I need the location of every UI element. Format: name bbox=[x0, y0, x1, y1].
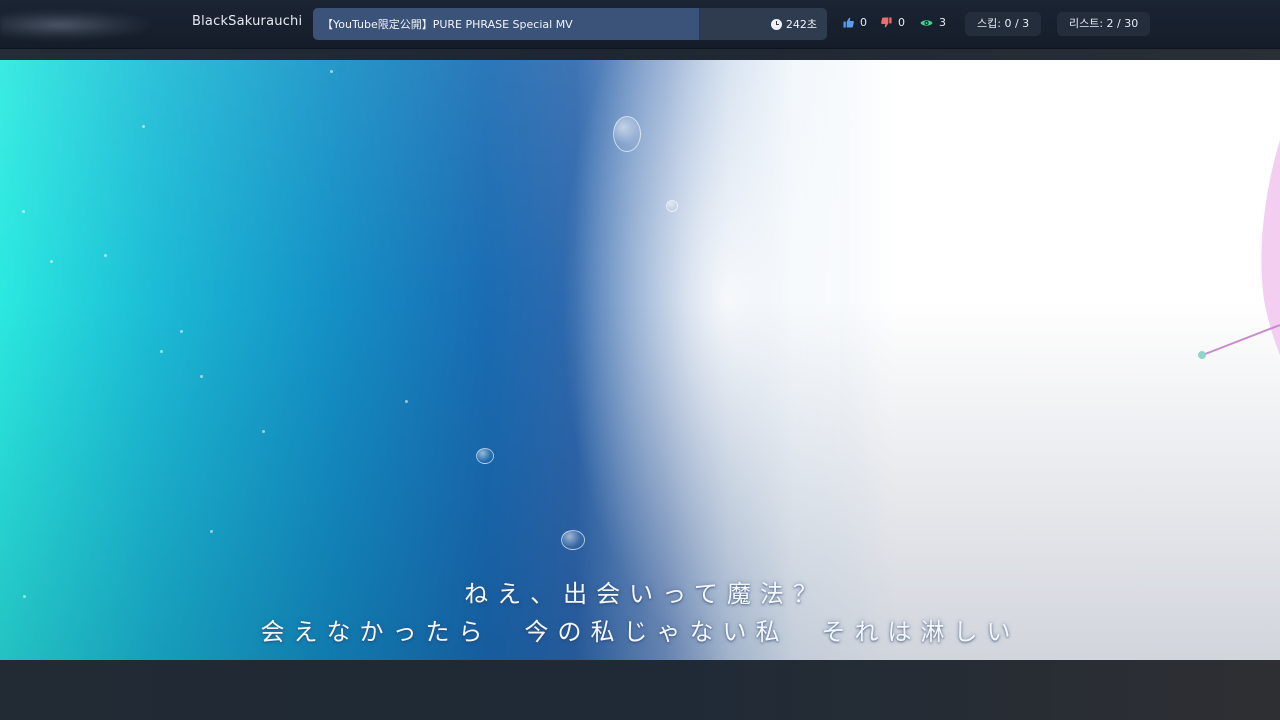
duration-text: 242초 bbox=[785, 18, 817, 31]
particle bbox=[160, 350, 163, 353]
clock-icon bbox=[770, 18, 782, 30]
particle bbox=[22, 210, 25, 213]
particle bbox=[330, 70, 333, 73]
dislike-count: 0 bbox=[898, 16, 905, 29]
eye-icon bbox=[920, 19, 933, 26]
duration: 242초 bbox=[770, 16, 817, 32]
video-title-bar: 【YouTube限定公開】PURE PHRASE Special MV 242초 bbox=[313, 8, 827, 40]
particle bbox=[180, 330, 183, 333]
particle bbox=[210, 530, 213, 533]
top-bar: BlackSakurauchi 【YouTube限定公開】PURE PHRASE… bbox=[0, 0, 1280, 49]
lyric-line-2: 会えなかったら 今の私じゃない私 それは淋しい bbox=[260, 618, 1020, 646]
thumbs-up-icon[interactable] bbox=[843, 17, 854, 28]
playlist-counter[interactable]: 리스트: 2 / 30 bbox=[1057, 12, 1151, 36]
video-player[interactable]: ねえ、出会いって魔法？ 会えなかったら 今の私じゃない私 それは淋しい bbox=[0, 60, 1280, 660]
like-counter[interactable]: 0 bbox=[843, 16, 867, 29]
bubble bbox=[561, 530, 585, 550]
view-counter: 3 bbox=[920, 16, 946, 29]
like-count: 0 bbox=[860, 16, 867, 29]
username[interactable]: BlackSakurauchi bbox=[192, 14, 302, 29]
particle bbox=[200, 375, 203, 378]
logo[interactable] bbox=[0, 10, 150, 40]
bottom-area bbox=[0, 660, 1280, 720]
bubble bbox=[476, 448, 494, 464]
bubble bbox=[613, 116, 641, 152]
view-count: 3 bbox=[939, 16, 946, 29]
particle bbox=[262, 430, 265, 433]
video-title: 【YouTube限定公開】PURE PHRASE Special MV bbox=[322, 18, 573, 31]
umbrella-graphic bbox=[1198, 140, 1280, 359]
particle bbox=[50, 260, 53, 263]
dislike-counter[interactable]: 0 bbox=[881, 16, 905, 29]
thumbs-down-icon[interactable] bbox=[881, 17, 892, 28]
page: BlackSakurauchi 【YouTube限定公開】PURE PHRASE… bbox=[0, 0, 1280, 720]
bubble bbox=[666, 200, 678, 212]
video-shade bbox=[0, 60, 1280, 660]
skip-counter[interactable]: 스킵: 0 / 3 bbox=[965, 12, 1042, 36]
particle bbox=[104, 254, 107, 257]
lyric-line-1: ねえ、出会いって魔法？ bbox=[464, 580, 826, 608]
particle bbox=[142, 125, 145, 128]
particle bbox=[405, 400, 408, 403]
lyrics: ねえ、出会いって魔法？ 会えなかったら 今の私じゃない私 それは淋しい bbox=[0, 575, 1280, 651]
